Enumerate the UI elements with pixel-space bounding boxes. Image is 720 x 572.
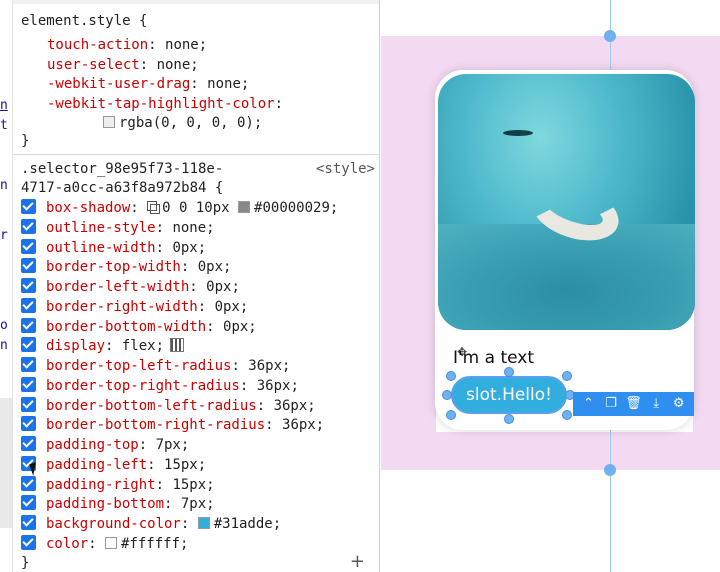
style-rule[interactable]: border-bottom-width: 0px;	[21, 317, 257, 337]
rule-checkbox[interactable]	[21, 298, 36, 313]
rule-selector: 4717-a0cc-a63f8a972b84 {	[21, 180, 224, 196]
style-rule[interactable]: outline-style: none;	[21, 218, 215, 238]
style-rule[interactable]: border-top-left-radius: 36px;	[21, 356, 290, 376]
rule-checkbox[interactable]	[21, 436, 36, 451]
style-rule[interactable]: padding-right: 15px;	[21, 475, 215, 495]
trash-icon[interactable]: 🗑	[624, 392, 642, 416]
rule-checkbox[interactable]	[21, 515, 36, 530]
color-swatch-icon[interactable]	[103, 116, 115, 128]
island-photo	[438, 74, 695, 330]
resize-handle[interactable]	[562, 371, 572, 381]
sidebar-fragment: o	[0, 318, 8, 333]
gear-icon[interactable]: ⚙	[670, 392, 688, 416]
rule-checkbox[interactable]	[21, 416, 36, 431]
sidebar-fragment: n	[0, 98, 8, 113]
rule-checkbox[interactable]	[21, 318, 36, 333]
resize-handle[interactable]	[446, 410, 456, 420]
style-rule[interactable]: border-top-right-radius: 36px;	[21, 376, 299, 396]
style-rule[interactable]: -webkit-user-drag: none;	[47, 74, 249, 94]
color-swatch-icon[interactable]	[105, 537, 118, 549]
style-rule[interactable]: border-right-width: 0px;	[21, 297, 248, 317]
rule-checkbox[interactable]	[21, 377, 36, 392]
resize-handle[interactable]	[504, 367, 514, 377]
rule-checkbox[interactable]	[21, 278, 36, 293]
element-toolbar: ⌃ ❐ 🗑 ⤓ ⚙	[573, 392, 694, 416]
style-rule[interactable]: border-bottom-left-radius: 36px;	[21, 396, 316, 416]
rule-checkbox[interactable]	[21, 199, 36, 214]
rule-checkbox[interactable]	[21, 397, 36, 412]
rule-checkbox[interactable]	[21, 219, 36, 234]
style-rule[interactable]: color: #ffffff;	[21, 534, 188, 554]
resize-handle[interactable]	[562, 410, 572, 420]
color-swatch-icon[interactable]	[238, 201, 251, 213]
chevrons-up-icon[interactable]: ⌃	[579, 392, 597, 416]
rule-checkbox[interactable]	[21, 495, 36, 510]
styles-panel: element.style { touch-action: none; user…	[12, 0, 380, 572]
style-rule[interactable]: -webkit-tap-highlight-color:	[47, 94, 283, 114]
style-rule[interactable]: outline-width: 0px;	[21, 238, 206, 258]
rule-checkbox[interactable]	[21, 239, 36, 254]
card[interactable]: ✥ I'm a text slot.Hello! ⌃ ❐ 🗑 ⤓ ⚙	[435, 70, 695, 430]
rule-selector: .selector_98e95f73-118e-	[21, 161, 224, 177]
rule-close-brace: }	[21, 133, 30, 149]
element-style-selector: element.style {	[21, 13, 148, 29]
sidebar-fragment: n	[0, 338, 8, 353]
flexbox-editor-icon[interactable]	[170, 338, 185, 352]
rule-checkbox[interactable]	[21, 535, 36, 550]
style-rule[interactable]: border-top-width: 0px;	[21, 257, 231, 277]
style-rule[interactable]: user-select: none;	[47, 55, 199, 75]
text-element[interactable]: I'm a text	[453, 348, 534, 368]
rule-checkbox[interactable]	[21, 357, 36, 372]
sidebar-fragment: t	[0, 118, 8, 133]
style-rule[interactable]: border-bottom-right-radius: 36px;	[21, 415, 324, 435]
style-rule[interactable]: border-left-width: 0px;	[21, 277, 240, 297]
style-rule[interactable]: padding-top: 7px;	[21, 435, 189, 455]
shadow-editor-icon[interactable]	[147, 201, 161, 214]
resize-handle[interactable]	[504, 414, 514, 424]
left-sidebar-fragment: n t n r o n	[0, 0, 12, 572]
sidebar-fragment: r	[0, 228, 8, 243]
add-rule-icon[interactable]: +	[350, 551, 365, 572]
style-rule[interactable]: display: flex;	[21, 336, 185, 356]
resize-handle[interactable]	[446, 371, 456, 381]
sidebar-fragment: n	[0, 178, 8, 193]
style-rule-value[interactable]: rgba(0, 0, 0, 0);	[103, 113, 262, 133]
color-swatch-icon[interactable]	[197, 517, 210, 529]
rule-checkbox[interactable]	[21, 476, 36, 491]
rule-close-brace: }	[21, 555, 30, 571]
style-rule[interactable]: padding-bottom: 7px;	[21, 494, 215, 514]
style-rule[interactable]: padding-left: 15px;	[21, 455, 206, 475]
rule-checkbox[interactable]	[21, 258, 36, 273]
rule-checkbox[interactable]	[21, 337, 36, 352]
style-source-link[interactable]: <style>	[316, 159, 375, 179]
preview-canvas[interactable]: ✥ I'm a text slot.Hello! ⌃ ❐ 🗑 ⤓ ⚙	[381, 0, 720, 572]
resize-handle[interactable]	[604, 464, 616, 476]
style-rule[interactable]: background-color: #31adde;	[21, 514, 281, 534]
resize-handle[interactable]	[604, 30, 616, 42]
style-rule[interactable]: touch-action: none;	[47, 35, 207, 55]
download-icon[interactable]: ⤓	[647, 392, 665, 416]
copy-icon[interactable]: ❐	[602, 392, 620, 416]
style-rule[interactable]: box-shadow: 0 0 10px #00000029;	[21, 198, 338, 218]
resize-handle[interactable]	[442, 390, 452, 400]
hello-button[interactable]: slot.Hello!	[451, 376, 567, 414]
